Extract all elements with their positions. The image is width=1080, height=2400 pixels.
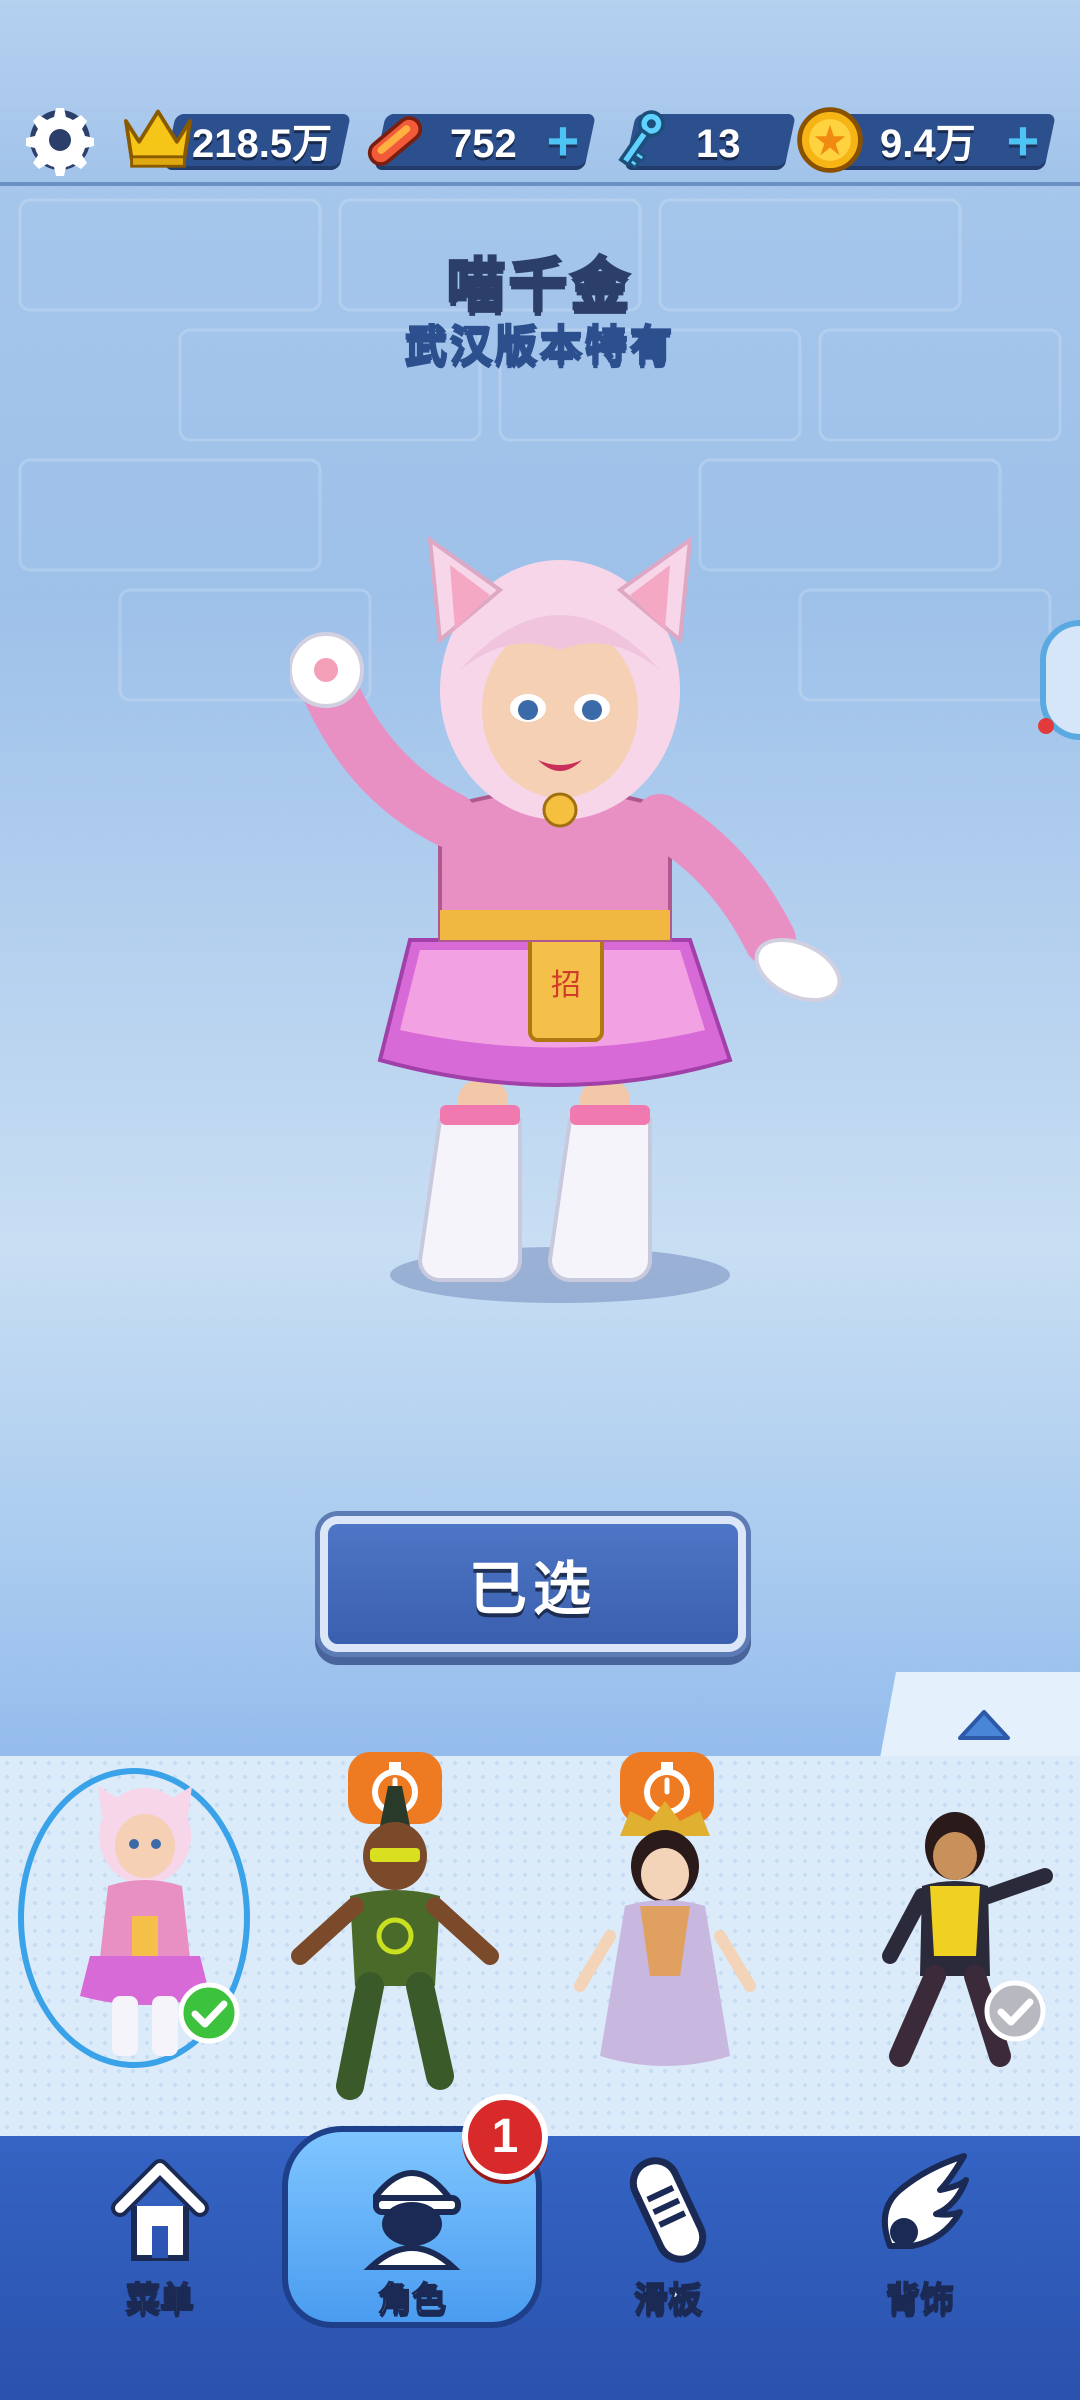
nav-label-character: 角色 (377, 2280, 447, 2320)
notification-badge: 1 (462, 2094, 548, 2180)
selected-check-icon (178, 1982, 240, 2044)
skateboard-value: 752 (450, 122, 517, 166)
nav-label-skateboard: 滑板 (633, 2280, 703, 2320)
character-subtitle: 武汉版本特有 (404, 321, 675, 370)
character-slot-1[interactable] (20, 1756, 270, 2136)
chevron-up-icon[interactable] (956, 1706, 1012, 1742)
gear-icon[interactable] (22, 102, 98, 178)
nav-label-backpack: 背饰 (885, 2280, 955, 2320)
character-icon (363, 2170, 461, 2270)
nav-item-menu[interactable]: 菜单 (60, 2140, 260, 2340)
wings-icon (881, 2153, 969, 2249)
nav-item-skateboard[interactable]: 滑板 (568, 2140, 768, 2340)
buy-skateboards-button[interactable]: + (538, 113, 588, 169)
coin-icon (797, 107, 863, 173)
character-preview[interactable]: 招 (290, 520, 850, 1310)
nav-label-menu: 菜单 (125, 2280, 195, 2320)
trophy-value: 218.5万 (192, 122, 333, 166)
home-icon (111, 2159, 209, 2261)
character-slot-4[interactable] (830, 1756, 1080, 2136)
key-icon (618, 110, 665, 170)
key-value: 13 (696, 122, 741, 166)
character-slot-3[interactable] (540, 1756, 790, 2136)
buy-coins-button[interactable]: + (998, 113, 1048, 169)
owned-check-icon (984, 1980, 1046, 2042)
nav-item-backpack[interactable]: 背饰 (820, 2140, 1020, 2340)
crown-icon (124, 109, 192, 168)
notification-dot (1038, 718, 1054, 734)
skateboard-icon (629, 2157, 707, 2263)
character-slot-2[interactable] (270, 1756, 520, 2136)
character-name: 喵千金 (445, 252, 633, 320)
svg-text:招: 招 (551, 968, 581, 1003)
selected-button[interactable]: 已选 (320, 1516, 746, 1652)
skateboard-icon (367, 116, 423, 166)
coin-value: 9.4万 (880, 122, 976, 166)
